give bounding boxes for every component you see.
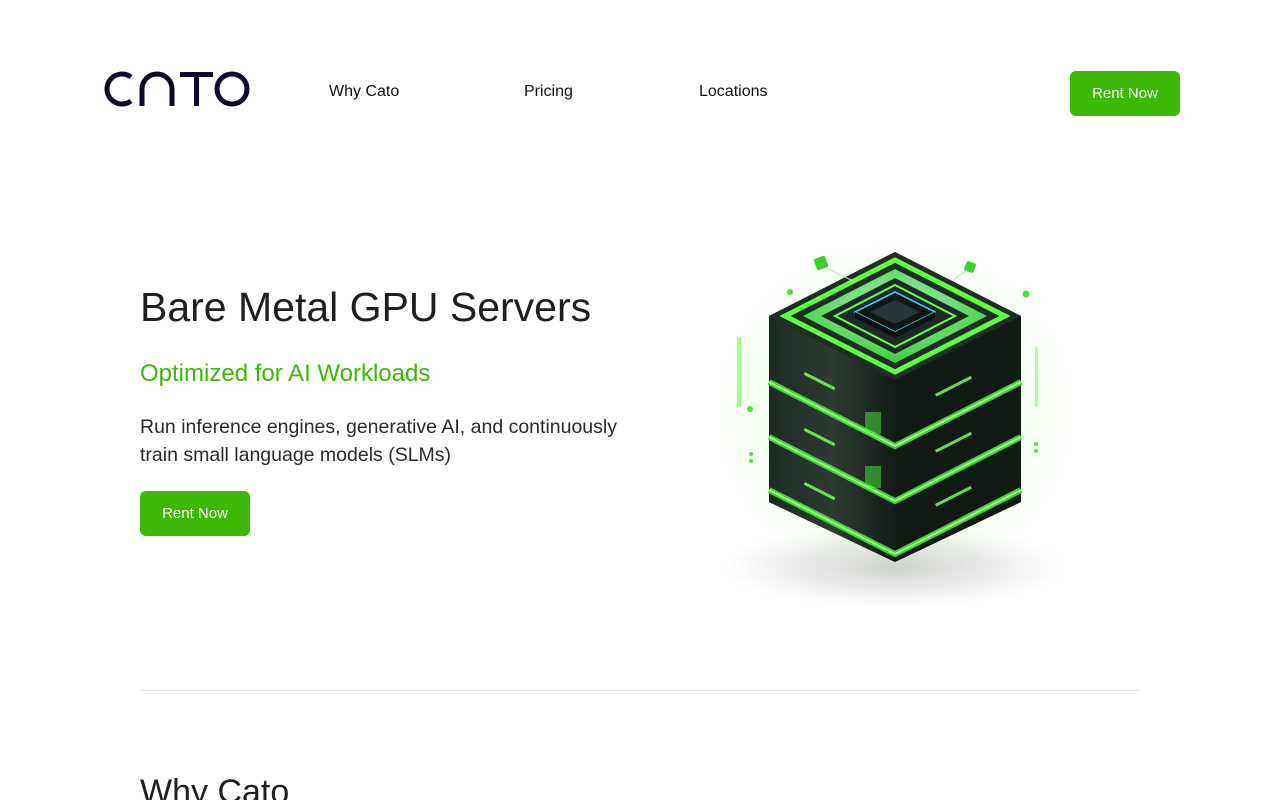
cato-logo-icon [104,71,250,107]
hero-subtitle: Optimized for AI Workloads [140,360,431,387]
hero-title: Bare Metal GPU Servers [140,284,592,330]
gpu-server-stack-icon [715,242,1075,607]
site-header: Why Cato Pricing Locations Rent Now [0,0,1280,186]
header-rent-now-button[interactable]: Rent Now [1070,71,1180,116]
hero-rent-now-button[interactable]: Rent Now [140,491,250,536]
nav-why-cato[interactable]: Why Cato [329,82,399,102]
gpu-server-illustration [695,232,1085,612]
nav-locations[interactable]: Locations [699,82,768,102]
cato-logo[interactable] [100,66,252,112]
page: Why Cato Pricing Locations Rent Now Bare… [0,0,1280,800]
hero-description: Run inference engines, generative AI, an… [140,416,617,466]
nav-pricing[interactable]: Pricing [524,82,573,102]
why-cato-heading: Why Cato [140,773,290,800]
section-divider [140,690,1140,691]
